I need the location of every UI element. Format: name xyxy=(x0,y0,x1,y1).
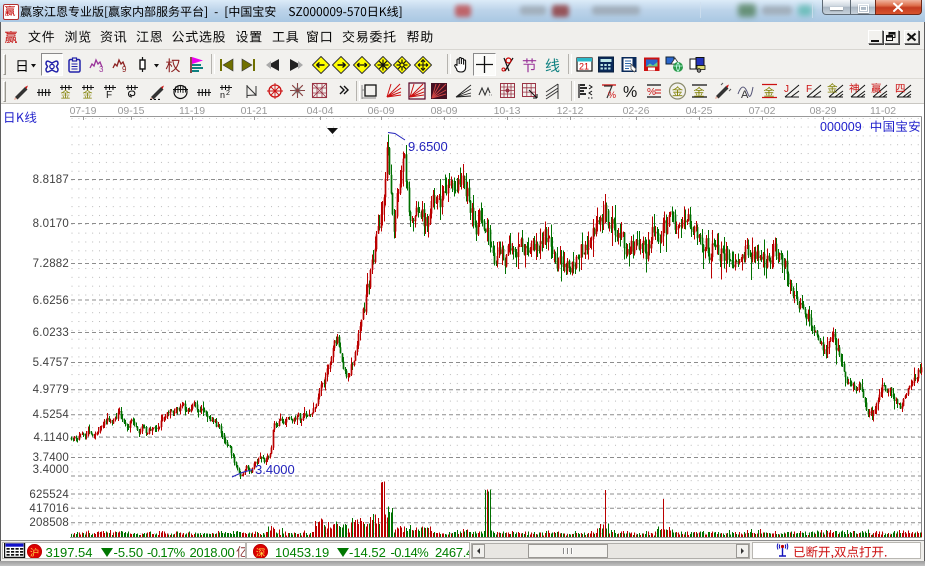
svg-text:6.6256: 6.6256 xyxy=(33,295,69,307)
svg-text:04-25: 04-25 xyxy=(686,105,713,117)
svg-text:208508: 208508 xyxy=(29,517,69,529)
svg-text:08-29: 08-29 xyxy=(810,105,837,117)
svg-text:625524: 625524 xyxy=(29,489,69,501)
svg-text:8.0170: 8.0170 xyxy=(33,218,69,230)
svg-text:3.4000: 3.4000 xyxy=(255,462,295,477)
svg-text:02-26: 02-26 xyxy=(623,105,650,117)
svg-text:01-21: 01-21 xyxy=(241,105,268,117)
svg-text:000009: 000009 xyxy=(820,120,862,134)
svg-text:4.1140: 4.1140 xyxy=(33,432,69,444)
svg-text:9: 9 xyxy=(122,65,127,73)
svg-text:3.7400: 3.7400 xyxy=(33,452,69,464)
svg-text:F: F xyxy=(106,90,112,99)
svg-text:12-12: 12-12 xyxy=(557,105,584,117)
svg-text:09-15: 09-15 xyxy=(118,105,145,117)
svg-text:07-19: 07-19 xyxy=(70,105,97,117)
svg-text:6.0233: 6.0233 xyxy=(33,327,69,339)
svg-text:%: % xyxy=(608,90,616,100)
svg-text:7.2882: 7.2882 xyxy=(33,258,69,270)
svg-text:10-13: 10-13 xyxy=(494,105,521,117)
svg-text:417016: 417016 xyxy=(29,503,69,515)
svg-text:3.4000: 3.4000 xyxy=(33,464,69,476)
svg-text:n: n xyxy=(220,90,225,99)
svg-text:5.4757: 5.4757 xyxy=(33,357,69,369)
svg-text:04-04: 04-04 xyxy=(307,105,334,117)
svg-text:A: A xyxy=(741,89,749,100)
svg-text:11-02: 11-02 xyxy=(870,105,896,117)
svg-text:4.9779: 4.9779 xyxy=(33,384,69,396)
svg-text:%: % xyxy=(647,87,656,98)
svg-text:21: 21 xyxy=(579,62,589,72)
svg-text:J: J xyxy=(784,84,789,95)
svg-text:11-19: 11-19 xyxy=(179,105,205,117)
svg-text:F: F xyxy=(806,84,812,95)
svg-text:%: % xyxy=(623,84,637,100)
svg-text:3: 3 xyxy=(99,65,104,73)
svg-text:07-02: 07-02 xyxy=(749,105,776,117)
svg-text:4.5254: 4.5254 xyxy=(33,409,70,421)
svg-text:08-09: 08-09 xyxy=(431,105,458,117)
svg-text:2: 2 xyxy=(226,90,230,97)
svg-text:9.6500: 9.6500 xyxy=(408,139,448,154)
svg-text:06-09: 06-09 xyxy=(368,105,395,117)
svg-text:8.8187: 8.8187 xyxy=(33,174,69,186)
